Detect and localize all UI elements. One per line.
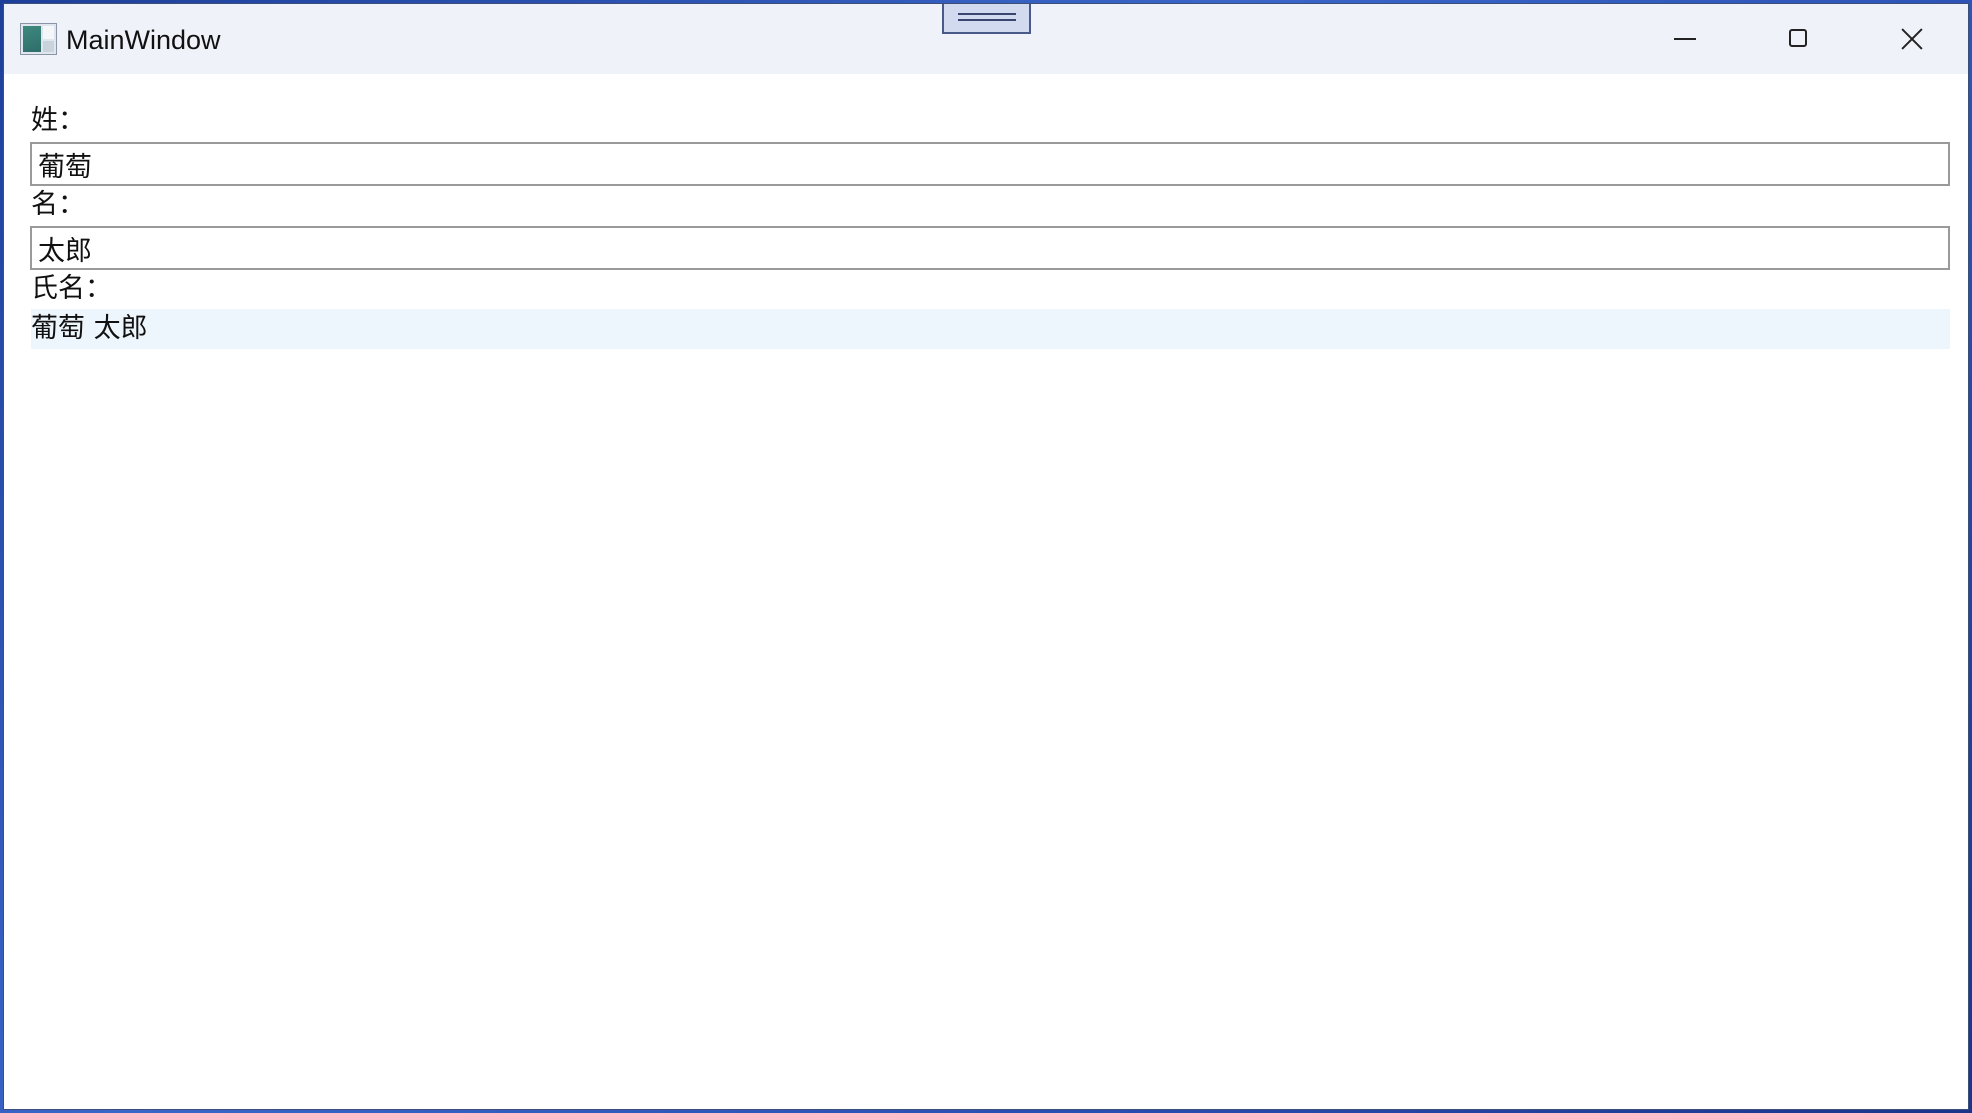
last-name-label: 姓： — [31, 105, 85, 136]
first-name-input[interactable] — [30, 226, 1950, 270]
full-name-display: 葡萄 太郎 — [31, 309, 1950, 349]
maximize-icon — [1789, 29, 1807, 47]
full-name-label: 氏名： — [31, 273, 112, 304]
window-content: 姓： 名： 氏名： 葡萄 太郎 — [4, 74, 1968, 1109]
minimize-button[interactable] — [1640, 4, 1732, 74]
close-icon — [1901, 28, 1923, 50]
first-name-label: 名： — [31, 189, 85, 220]
drag-handle-icon[interactable] — [942, 4, 1031, 34]
desktop-background: MainWindow 姓： 名： 氏名： 葡萄 太郎 — [0, 0, 1972, 1113]
window-title: MainWindow — [66, 25, 221, 55]
last-name-input[interactable] — [30, 142, 1950, 186]
title-bar[interactable]: MainWindow — [4, 4, 1968, 74]
minimize-icon — [1674, 38, 1696, 40]
close-button[interactable] — [1866, 4, 1958, 74]
main-window: MainWindow 姓： 名： 氏名： 葡萄 太郎 — [3, 3, 1969, 1110]
app-window-icon — [20, 23, 57, 55]
maximize-button[interactable] — [1752, 4, 1844, 74]
